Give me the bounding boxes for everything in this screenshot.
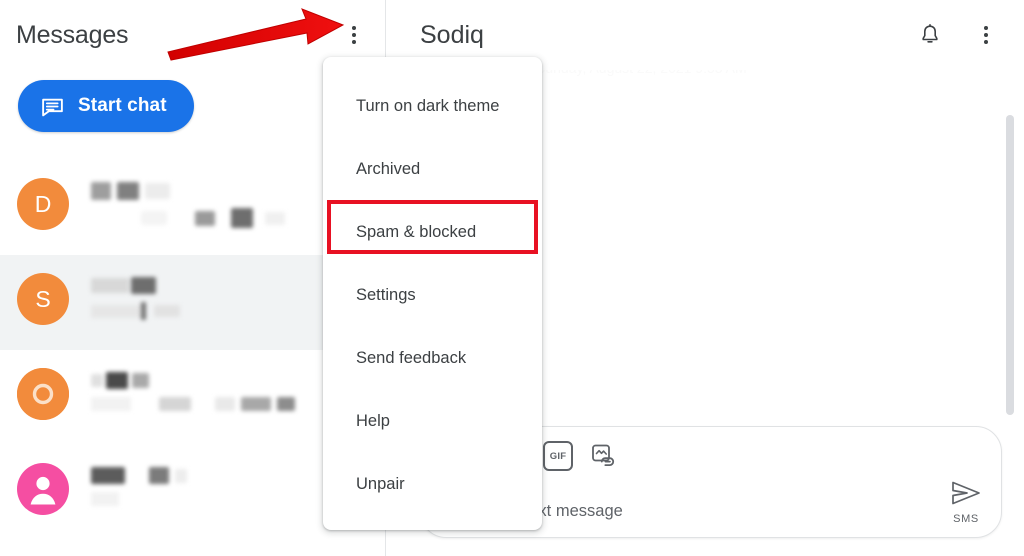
thread-scrollbar[interactable] [1006, 115, 1014, 415]
redacted-name-line [91, 182, 343, 200]
redacted-block [141, 211, 167, 225]
redacted-block [131, 277, 156, 294]
redacted-block [145, 183, 170, 199]
menu-item-dark-theme[interactable]: Turn on dark theme [323, 75, 542, 138]
overflow-menu: Turn on dark theme Archived Spam & block… [323, 57, 542, 530]
send-icon [949, 479, 983, 512]
redacted-block [91, 374, 103, 387]
avatar [17, 463, 69, 515]
redacted-snippet-line [91, 208, 343, 228]
avatar-initial: D [34, 190, 52, 217]
page-title: Messages [16, 20, 129, 49]
redacted-snippet-line [91, 492, 343, 506]
gif-icon[interactable]: GIF [543, 441, 573, 471]
redacted-block [91, 397, 131, 411]
avatar-initial: S [35, 285, 51, 312]
send-button[interactable]: SMS [949, 479, 983, 527]
redacted-block [154, 305, 180, 317]
redacted-block [106, 372, 128, 389]
conversation-preview-redacted [69, 271, 343, 328]
redacted-block [175, 468, 187, 483]
conversation-preview-redacted [69, 461, 343, 514]
menu-item-unpair[interactable]: Unpair [323, 453, 542, 516]
redacted-block [159, 397, 191, 411]
redacted-block [215, 397, 235, 411]
more-vert-icon[interactable] [337, 18, 371, 52]
redacted-name-line [91, 277, 343, 294]
redacted-snippet-line [91, 302, 343, 320]
redacted-block [91, 467, 125, 484]
avatar: O [17, 368, 69, 420]
conversation-title: Sodiq [420, 20, 484, 49]
menu-item-help[interactable]: Help [323, 390, 542, 453]
menu-item-send-feedback[interactable]: Send feedback [323, 327, 542, 390]
avatar: D [17, 178, 69, 230]
redacted-block [132, 373, 149, 388]
redacted-snippet-line [91, 397, 343, 411]
start-chat-label: Start chat [78, 95, 167, 116]
redacted-block [91, 278, 129, 293]
conversation-preview-redacted [69, 176, 343, 236]
dot [352, 26, 356, 30]
redacted-block [141, 302, 146, 320]
redacted-block [91, 304, 143, 318]
ring-glyph [17, 368, 69, 420]
redacted-block [117, 182, 139, 200]
redacted-block [241, 397, 271, 411]
gif-label: GIF [543, 441, 573, 471]
dot [984, 40, 988, 44]
conversation-preview-redacted [69, 366, 343, 419]
redacted-block [277, 397, 295, 411]
redacted-block [265, 211, 285, 225]
menu-item-settings[interactable]: Settings [323, 264, 542, 327]
send-label: SMS [953, 513, 979, 525]
notifications-bell-icon[interactable] [910, 15, 950, 55]
redacted-block [149, 467, 169, 484]
person-avatar-icon [17, 463, 69, 515]
redacted-name-line [91, 467, 343, 484]
dot [352, 33, 356, 37]
dot [352, 40, 356, 44]
redacted-block [91, 182, 111, 200]
composer-toolbar: GIF [543, 441, 983, 471]
redacted-block [231, 208, 253, 228]
dot [984, 33, 988, 37]
chat-message-icon [40, 94, 65, 119]
menu-item-spam-blocked[interactable]: Spam & blocked [323, 201, 542, 264]
avatar: S [17, 273, 69, 325]
redacted-block [195, 210, 215, 226]
dot [984, 26, 988, 30]
start-chat-button[interactable]: Start chat [18, 80, 194, 132]
menu-item-archived[interactable]: Archived [323, 138, 542, 201]
image-attachment-icon[interactable] [587, 441, 617, 471]
more-vert-icon[interactable] [966, 15, 1006, 55]
redacted-name-line [91, 372, 343, 389]
redacted-block [91, 492, 119, 506]
thread-date-divider: Sunday, August 22, 2021 9:53 AM [536, 70, 747, 76]
